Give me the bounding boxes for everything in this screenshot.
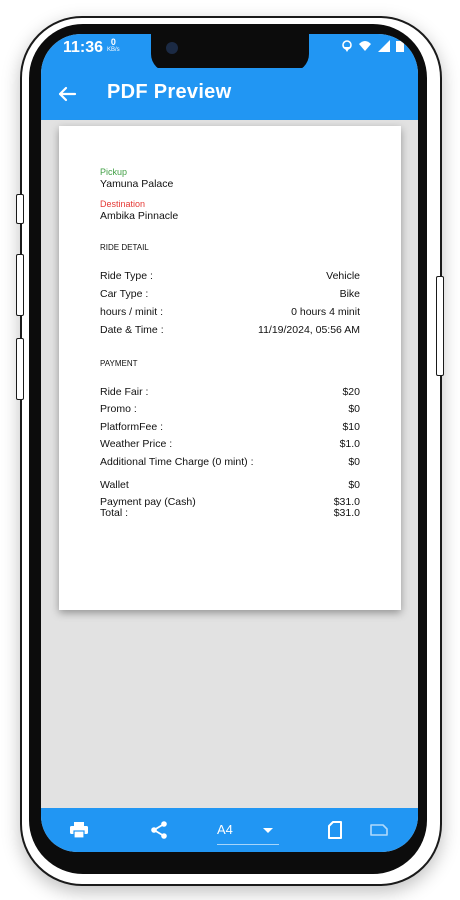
- wifi-icon: [359, 41, 371, 51]
- pdf-preview-area[interactable]: Pickup Yamuna Palace Destination Ambika …: [41, 120, 418, 808]
- power-button: [436, 276, 444, 376]
- row-label: Total :: [100, 507, 129, 519]
- row-value: $0: [348, 456, 360, 468]
- total-row: Total : $31.0: [100, 508, 360, 519]
- portrait-page-icon[interactable]: [325, 820, 345, 840]
- destination-value: Ambika Pinnacle: [100, 210, 179, 222]
- mute-switch: [16, 194, 24, 224]
- ride-detail-row: Date & Time : 11/19/2024, 05:56 AM: [100, 324, 360, 336]
- row-value: $0: [348, 479, 360, 491]
- page-size-underline: [217, 844, 279, 845]
- row-value: $31.0: [333, 507, 360, 519]
- location-icon: [342, 40, 352, 52]
- row-label: Ride Type :: [100, 270, 153, 282]
- payment-row: PlatformFee : $10: [100, 421, 360, 433]
- ride-detail-row: hours / minit : 0 hours 4 minit: [100, 306, 360, 318]
- net-speed-value: 0: [110, 37, 116, 47]
- wallet-row: Wallet $0: [100, 479, 360, 491]
- print-icon[interactable]: [69, 820, 89, 840]
- row-value: $10: [342, 421, 360, 433]
- status-icons: [342, 40, 404, 52]
- network-speed: 0 KB/s: [107, 38, 120, 54]
- chevron-down-icon[interactable]: [263, 828, 273, 833]
- row-label: Ride Fair :: [100, 386, 149, 398]
- volume-up-button: [16, 254, 24, 316]
- row-label: Car Type :: [100, 288, 149, 300]
- payment-row: Promo : $0: [100, 403, 360, 415]
- payment-heading: PAYMENT: [100, 359, 138, 368]
- row-label: hours / minit :: [100, 306, 164, 318]
- arrow-left-icon[interactable]: [57, 84, 77, 104]
- front-camera: [166, 42, 178, 54]
- row-label: Promo :: [100, 403, 137, 415]
- row-label: Date & Time :: [100, 324, 164, 336]
- ride-detail-row: Ride Type : Vehicle: [100, 270, 360, 282]
- pickup-value: Yamuna Palace: [100, 178, 174, 190]
- row-label: PlatformFee :: [100, 421, 164, 433]
- battery-icon: [396, 41, 404, 52]
- row-label: Additional Time Charge (0 mint) :: [100, 456, 254, 468]
- pickup-label: Pickup: [100, 167, 128, 177]
- ride-detail-heading: RIDE DETAIL: [100, 243, 149, 252]
- row-label: Weather Price :: [100, 438, 173, 450]
- destination-label: Destination: [100, 199, 146, 209]
- landscape-page-icon[interactable]: [369, 820, 389, 840]
- ride-detail-row: Car Type : Bike: [100, 288, 360, 300]
- pdf-page: Pickup Yamuna Palace Destination Ambika …: [59, 126, 401, 610]
- net-speed-unit: KB/s: [107, 47, 120, 53]
- signal-icon: [378, 40, 390, 52]
- row-value: $0: [348, 403, 360, 415]
- payment-row: Additional Time Charge (0 mint) : $0: [100, 456, 360, 468]
- share-icon[interactable]: [149, 820, 169, 840]
- volume-down-button: [16, 338, 24, 400]
- row-value: Vehicle: [326, 270, 360, 282]
- row-value: 11/19/2024, 05:56 AM: [258, 324, 360, 336]
- row-value: $1.0: [339, 438, 360, 450]
- payment-row: Weather Price : $1.0: [100, 438, 360, 450]
- row-value: $20: [342, 386, 360, 398]
- payment-row: Ride Fair : $20: [100, 386, 360, 398]
- payment-pay-row: Payment pay (Cash) $31.0: [100, 497, 360, 508]
- row-value: 0 hours 4 minit: [291, 306, 360, 318]
- status-time: 11:36: [63, 39, 104, 56]
- screen: 11:36 0 KB/s PDF Preview Pickup Yamuna P…: [41, 34, 418, 852]
- row-label: Wallet: [100, 479, 129, 491]
- page-title: PDF Preview: [107, 81, 232, 103]
- row-value: Bike: [339, 288, 360, 300]
- app-bar: PDF Preview: [41, 68, 418, 120]
- bottom-toolbar: A4: [41, 808, 418, 852]
- page-size-select[interactable]: A4: [217, 822, 233, 837]
